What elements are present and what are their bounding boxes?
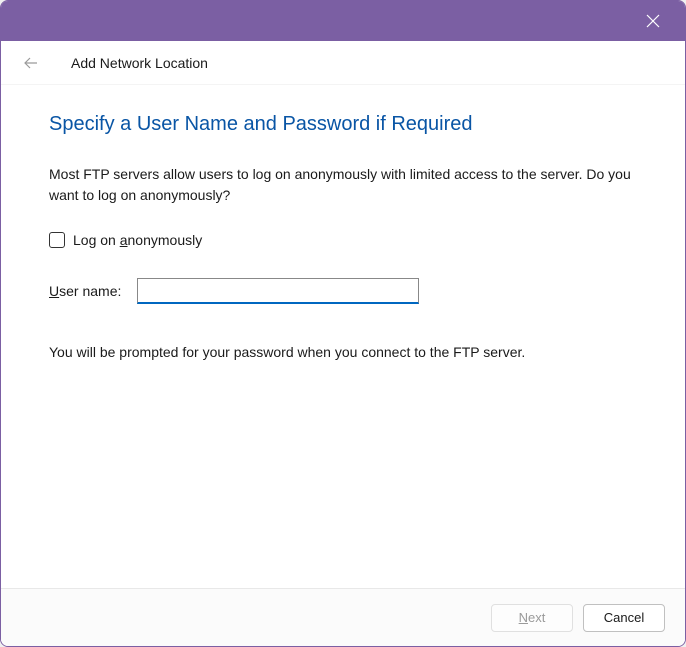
- next-button[interactable]: Next: [491, 604, 573, 632]
- anonymous-checkbox-label: Log on anonymously: [73, 232, 202, 248]
- username-row: User name:: [49, 278, 637, 304]
- anonymous-checkbox[interactable]: [49, 232, 65, 248]
- header-row: Add Network Location: [1, 41, 685, 85]
- back-arrow-icon: [23, 55, 39, 71]
- intro-text: Most FTP servers allow users to log on a…: [49, 164, 637, 206]
- wizard-window: Add Network Location Specify a User Name…: [0, 0, 686, 647]
- username-label: User name:: [49, 283, 137, 299]
- footer: Next Cancel: [1, 588, 685, 646]
- titlebar: [1, 1, 685, 41]
- page-heading: Specify a User Name and Password if Requ…: [49, 113, 637, 136]
- wizard-title: Add Network Location: [71, 55, 208, 71]
- back-button[interactable]: [19, 51, 43, 75]
- username-input[interactable]: [137, 278, 419, 304]
- content-area: Specify a User Name and Password if Requ…: [1, 85, 685, 588]
- password-prompt-text: You will be prompted for your password w…: [49, 344, 637, 360]
- cancel-button[interactable]: Cancel: [583, 604, 665, 632]
- close-icon: [646, 14, 660, 28]
- close-button[interactable]: [633, 1, 673, 41]
- anonymous-checkbox-row[interactable]: Log on anonymously: [49, 232, 637, 248]
